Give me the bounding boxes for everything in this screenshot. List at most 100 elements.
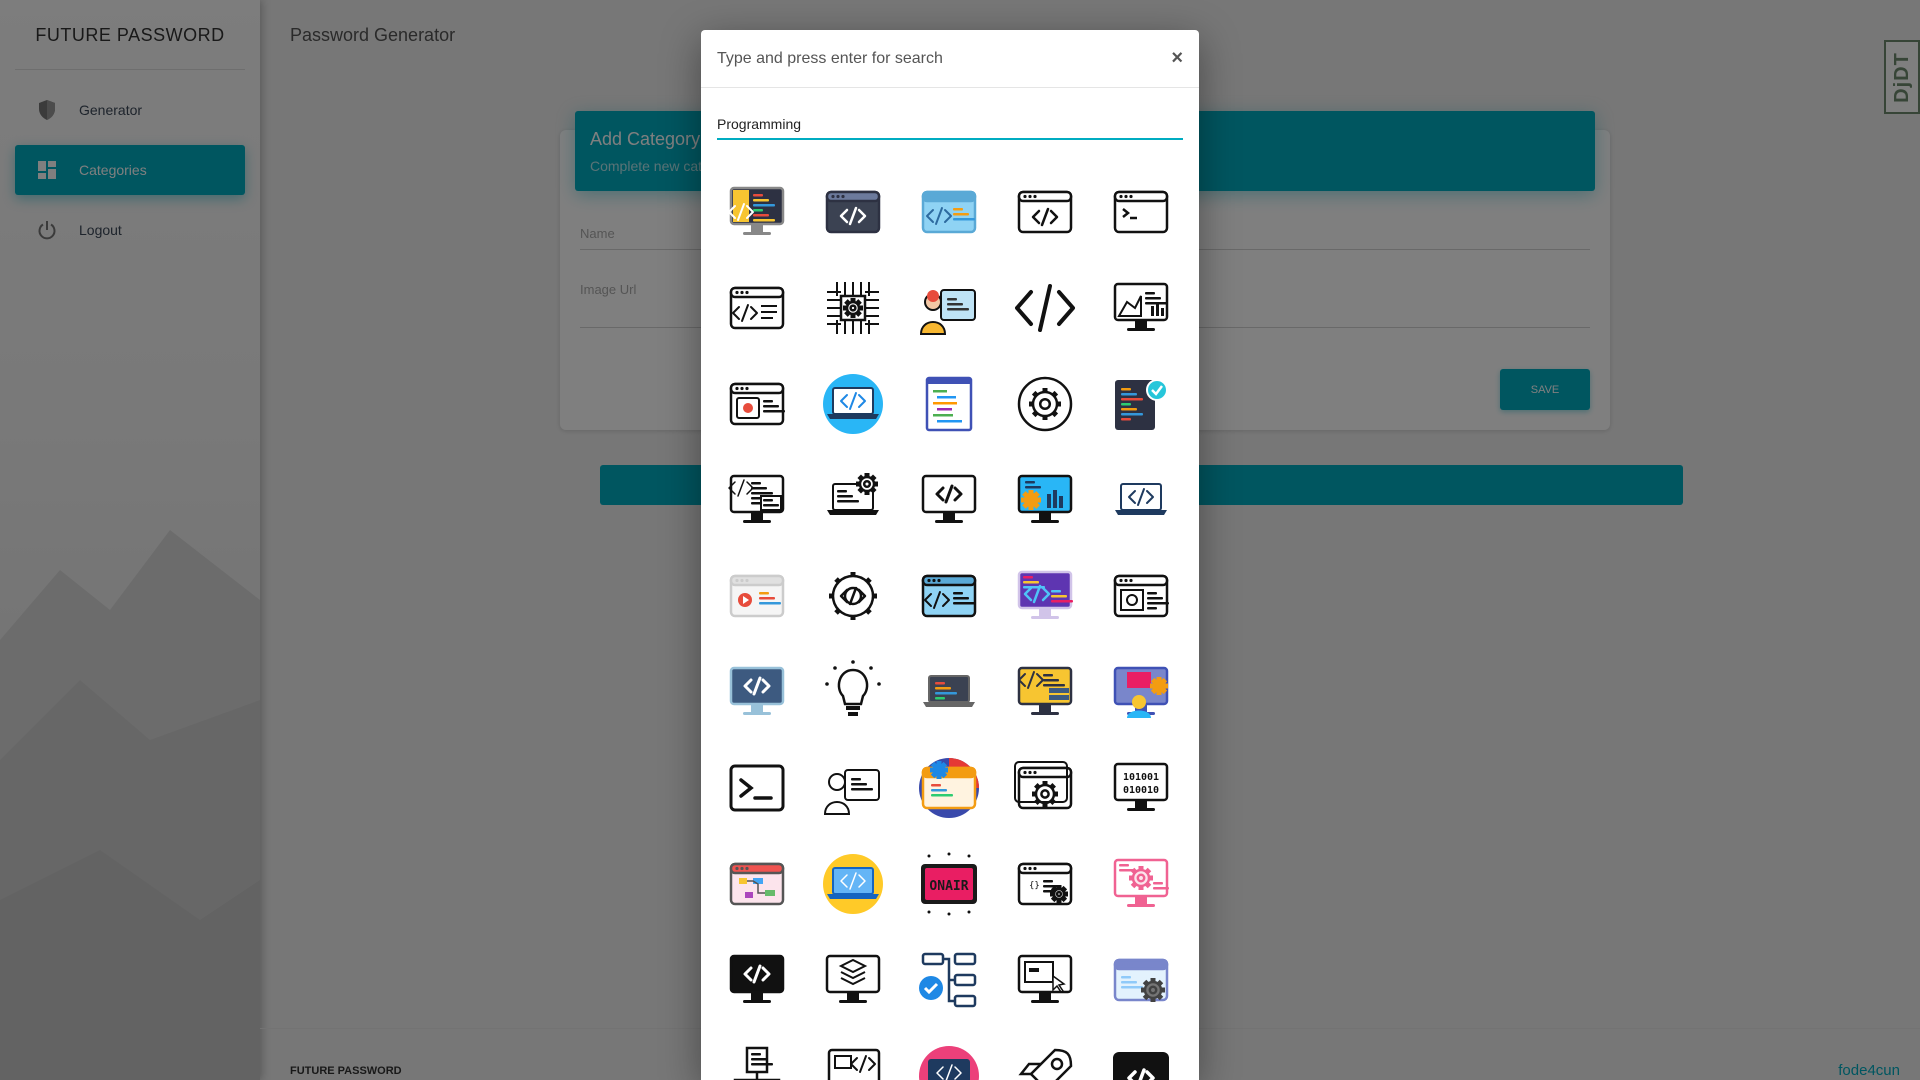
- browser-flowchart-icon[interactable]: [725, 852, 789, 916]
- monitor-chart-outline-icon-graphic: [1113, 282, 1169, 331]
- network-document-icon[interactable]: [725, 1044, 789, 1080]
- browser-code-dark-icon[interactable]: [821, 180, 885, 244]
- flowchart-check-icon-graphic: [919, 952, 977, 1008]
- monitor-code-black-icon-graphic: [729, 954, 785, 1003]
- browser-code-box-icon-graphic: [827, 1048, 881, 1080]
- browser-video-icon[interactable]: [725, 372, 789, 436]
- document-code-blue-icon[interactable]: [917, 372, 981, 436]
- browser-video-color-icon[interactable]: [725, 564, 789, 628]
- lightbulb-icon[interactable]: [821, 660, 885, 724]
- document-code-blue-icon-graphic: [925, 376, 973, 432]
- code-brackets-icon[interactable]: [1013, 276, 1077, 340]
- flowchart-check-icon[interactable]: [917, 948, 981, 1012]
- browser-video-lines-icon[interactable]: [1109, 564, 1173, 628]
- laptop-dark-code-icon[interactable]: [917, 660, 981, 724]
- browser-gear-blue-icon-graphic: [1113, 958, 1169, 1002]
- browser-video-color-icon-graphic: [729, 574, 785, 618]
- close-icon[interactable]: ×: [1171, 47, 1183, 70]
- monitor-code-stack-icon-graphic: [1017, 666, 1073, 715]
- chip-gear-icon[interactable]: [821, 276, 885, 340]
- network-document-icon-graphic: [733, 1046, 781, 1080]
- laptop-circle-pink-icon[interactable]: [917, 1044, 981, 1080]
- browser-gear-icon[interactable]: [1013, 756, 1077, 820]
- icon-picker-modal: Type and press enter for search × Progra…: [701, 30, 1199, 1080]
- search-input[interactable]: [717, 116, 1183, 132]
- browser-video-icon-graphic: [729, 382, 785, 426]
- developer-person-color-icon-graphic: [919, 289, 976, 335]
- terminal-window-icon[interactable]: [1109, 180, 1173, 244]
- code-brackets-icon-graphic: [1015, 284, 1075, 332]
- browser-code-blue-dark-icon[interactable]: [917, 564, 981, 628]
- icon-grid: 101001 010010 ONAIR {}: [725, 180, 1199, 1080]
- developer-person-outline-icon-graphic: [823, 769, 880, 815]
- monitor-code-flat-icon-graphic: [729, 666, 785, 715]
- code-file-check-icon[interactable]: [1109, 372, 1173, 436]
- laptop-circle-yellow-icon[interactable]: [821, 852, 885, 916]
- modal-header: Type and press enter for search ×: [701, 30, 1199, 88]
- terminal-prompt-icon-graphic: [729, 764, 785, 812]
- monitor-code-list-icon-graphic: [728, 474, 785, 523]
- monitor-code-bold-icon-graphic: [921, 474, 977, 523]
- monitor-cursor-icon-graphic: [1017, 954, 1073, 1003]
- gear-circle-icon[interactable]: [1013, 372, 1077, 436]
- monitor-chart-outline-icon[interactable]: [1109, 276, 1173, 340]
- browser-code-outline-icon[interactable]: [1013, 180, 1077, 244]
- laptop-circle-pink-icon-graphic: [919, 1046, 979, 1080]
- monitor-gear-pink-icon-graphic: [1113, 858, 1169, 907]
- browser-code-lines-icon-graphic: [729, 286, 785, 330]
- laptop-circle-blue-icon-graphic: [823, 374, 883, 434]
- monitor-code-bold-icon[interactable]: [917, 468, 981, 532]
- monitor-layers-icon[interactable]: [821, 948, 885, 1012]
- developer-monitor-color-icon[interactable]: [1109, 660, 1173, 724]
- monitor-layers-icon-graphic: [825, 954, 881, 1003]
- browser-video-lines-icon-graphic: [1113, 574, 1169, 618]
- developer-person-color-icon[interactable]: [917, 276, 981, 340]
- chip-gear-icon-graphic: [827, 282, 879, 334]
- code-window-black-icon-graphic: [1113, 1052, 1169, 1080]
- on-air-sign-icon[interactable]: ONAIR: [917, 852, 981, 916]
- gear-code-icon-graphic: [829, 572, 877, 620]
- monitor-gear-chart-color-icon[interactable]: [1013, 468, 1077, 532]
- laptop-gear-icon[interactable]: [821, 468, 885, 532]
- lightbulb-icon-graphic: [825, 660, 881, 716]
- browser-gear-icon-graphic: [1014, 761, 1073, 810]
- code-window-black-icon[interactable]: [1109, 1044, 1173, 1080]
- monitor-code-list-icon[interactable]: [725, 468, 789, 532]
- monitor-code-flat-icon[interactable]: [725, 660, 789, 724]
- terminal-window-icon-graphic: [1113, 190, 1169, 234]
- monitor-code-stack-icon[interactable]: [1013, 660, 1077, 724]
- rocket-icon[interactable]: [1013, 1044, 1077, 1080]
- browser-code-blue-dark-icon-graphic: [921, 574, 977, 618]
- browser-flowchart-icon-graphic: [729, 862, 785, 906]
- gear-circle-purple-icon[interactable]: [917, 756, 981, 820]
- monitor-cursor-icon[interactable]: [1013, 948, 1077, 1012]
- monitor-code-black-icon[interactable]: [725, 948, 789, 1012]
- laptop-code-flat-icon[interactable]: [1109, 468, 1173, 532]
- developer-monitor-color-icon-graphic: [1113, 666, 1169, 718]
- browser-code-dark-icon-graphic: [825, 190, 881, 234]
- search-field: [717, 110, 1183, 140]
- monitor-gear-pink-icon[interactable]: [1109, 852, 1173, 916]
- monitor-code-color-icon[interactable]: [725, 180, 789, 244]
- gear-circle-icon-graphic: [1017, 376, 1073, 432]
- browser-code-outline-icon-graphic: [1017, 190, 1073, 234]
- gear-code-icon[interactable]: [821, 564, 885, 628]
- browser-code-box-icon[interactable]: [821, 1044, 885, 1080]
- terminal-prompt-icon[interactable]: [725, 756, 789, 820]
- monitor-code-purple-icon-graphic: [1017, 570, 1073, 619]
- monitor-code-purple-icon[interactable]: [1013, 564, 1077, 628]
- browser-settings-list-icon-graphic: {}: [1017, 862, 1073, 906]
- gear-circle-purple-icon-graphic: [919, 758, 979, 818]
- browser-code-blue-icon[interactable]: [917, 180, 981, 244]
- browser-code-lines-icon[interactable]: [725, 276, 789, 340]
- code-file-check-icon-graphic: [1115, 379, 1168, 430]
- browser-gear-blue-icon[interactable]: [1109, 948, 1173, 1012]
- rocket-icon-graphic: [1018, 1048, 1073, 1080]
- on-air-sign-icon-graphic: ONAIR: [921, 852, 977, 916]
- laptop-dark-code-icon-graphic: [923, 675, 975, 707]
- browser-settings-list-icon[interactable]: {}: [1013, 852, 1077, 916]
- monitor-binary-icon[interactable]: 101001 010010: [1109, 756, 1173, 820]
- laptop-code-flat-icon-graphic: [1115, 483, 1167, 515]
- laptop-circle-blue-icon[interactable]: [821, 372, 885, 436]
- developer-person-outline-icon[interactable]: [821, 756, 885, 820]
